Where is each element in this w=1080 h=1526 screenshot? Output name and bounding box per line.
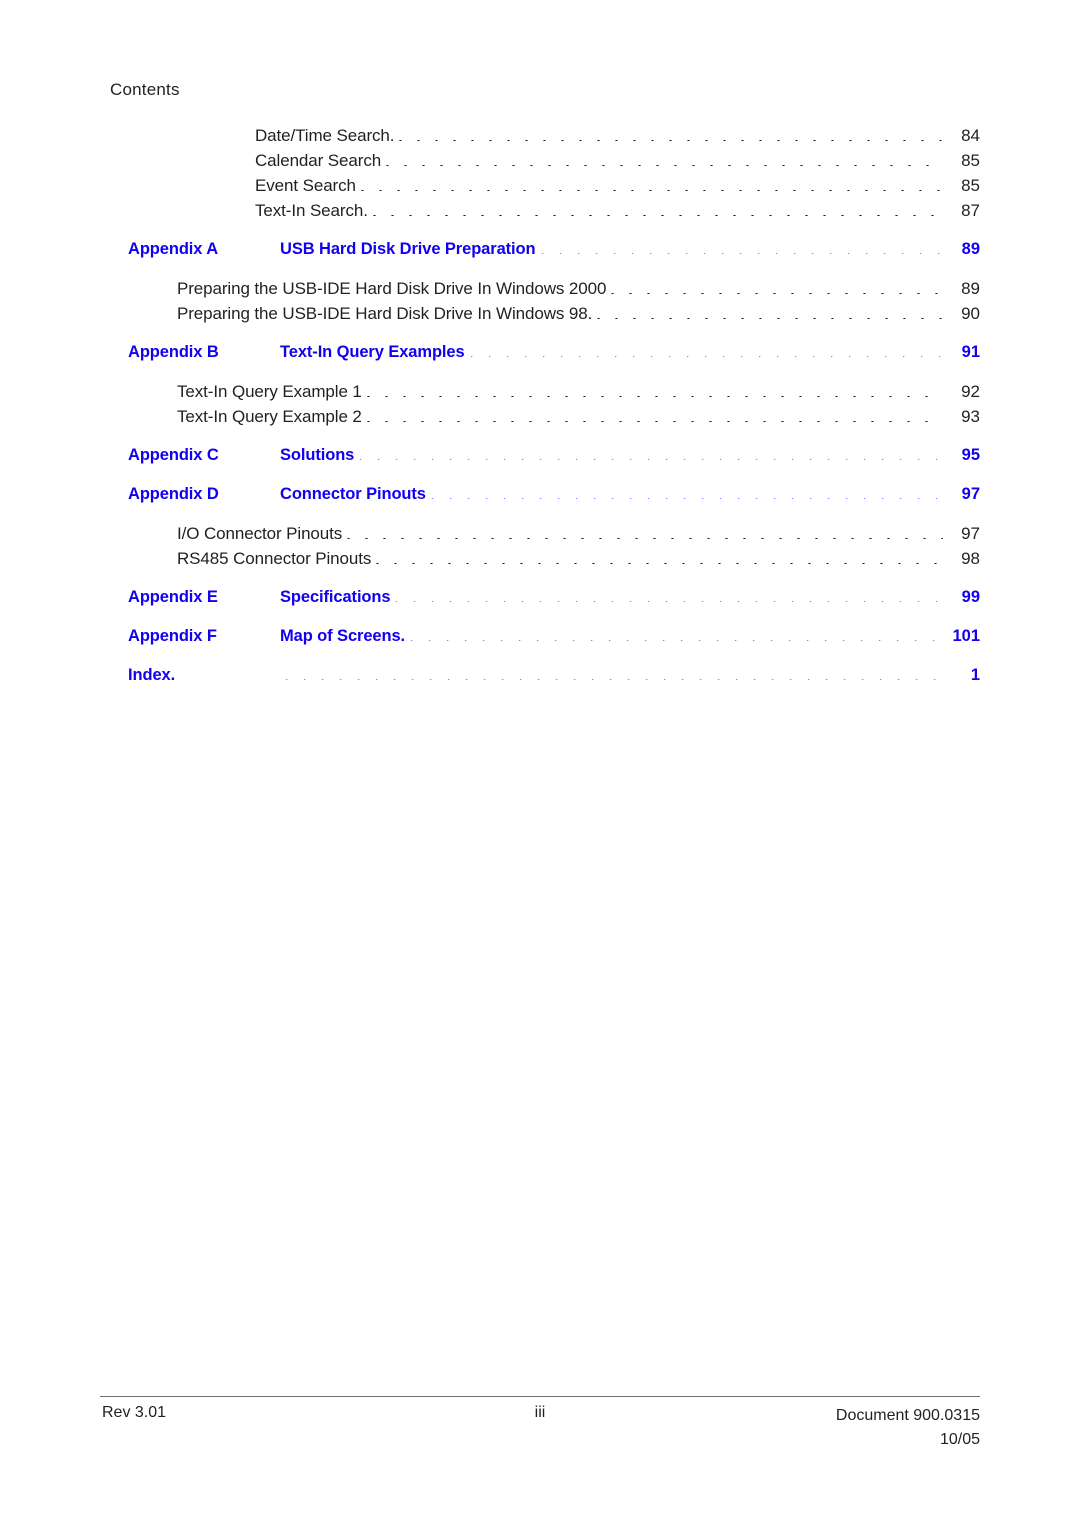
toc-page-number: 84: [961, 126, 980, 145]
toc-page-number: 97: [961, 524, 980, 543]
footer-document-date: 10/05: [939, 1431, 980, 1448]
toc-entry[interactable]: Appendix E Specifications 99: [0, 588, 1080, 613]
toc-appendix-label: Appendix E: [128, 588, 218, 606]
toc-page-number: 92: [961, 382, 980, 401]
toc-entry-title: Event Search: [255, 176, 356, 195]
footer-document-info: Document 900.0315 10/05: [836, 1404, 980, 1452]
toc-entry[interactable]: Index. 1: [0, 666, 1080, 691]
toc-appendix-label: Appendix D: [128, 485, 219, 503]
toc-page-number: 93: [961, 407, 980, 426]
toc-page-number: 89: [961, 279, 980, 298]
toc-entry-title: Preparing the USB-IDE Hard Disk Drive In…: [177, 279, 607, 298]
running-header: Contents: [110, 80, 180, 99]
toc-entry[interactable]: Calendar Search 85: [0, 151, 1080, 176]
toc-page-number: 85: [961, 151, 980, 170]
toc-entry-title: Text-In Query Example 1: [177, 382, 362, 401]
toc-page-number: 97: [961, 485, 980, 503]
toc-entry-title: Text-In Search.: [255, 201, 368, 220]
toc-entry[interactable]: Appendix D Connector Pinouts 97: [0, 485, 1080, 510]
toc-entry[interactable]: Preparing the USB-IDE Hard Disk Drive In…: [0, 279, 1080, 304]
dot-leader: [359, 459, 943, 460]
footer-document-id: Document 900.0315: [835, 1407, 980, 1424]
toc-entry-title: Preparing the USB-IDE Hard Disk Drive In…: [177, 304, 593, 323]
table-of-contents: Date/Time Search. 84 Calendar Search 85 Even…: [0, 126, 1080, 691]
dot-leader: [366, 396, 943, 397]
toc-page-number: 99: [961, 588, 980, 606]
dot-leader: [285, 679, 943, 680]
dot-leader: [611, 293, 943, 294]
dot-leader: [366, 421, 943, 422]
dot-leader: [360, 190, 943, 191]
toc-page-number: 95: [961, 446, 980, 464]
toc-entry-title: I/O Connector Pinouts: [177, 524, 343, 543]
page-footer: Rev 3.01 iii Document 900.0315 10/05: [100, 1396, 980, 1456]
dot-leader: [410, 640, 943, 641]
dot-leader: [399, 140, 943, 141]
dot-leader: [347, 538, 943, 539]
dot-leader: [597, 318, 943, 319]
toc-page-number: 90: [961, 304, 980, 323]
toc-entry-title: Calendar Search: [255, 151, 382, 170]
footer-divider: [100, 1396, 980, 1397]
toc-entry-title: Text-In Query Example 2: [177, 407, 362, 426]
toc-entry-title: Date/Time Search.: [255, 126, 395, 145]
toc-entry-title: USB Hard Disk Drive Preparation: [280, 240, 536, 258]
dot-leader: [430, 498, 943, 499]
toc-entry-title: RS485 Connector Pinouts: [177, 549, 372, 568]
dot-leader: [469, 356, 943, 357]
toc-entry[interactable]: I/O Connector Pinouts 97: [0, 524, 1080, 549]
toc-entry[interactable]: Preparing the USB-IDE Hard Disk Drive In…: [0, 304, 1080, 329]
toc-entry[interactable]: Date/Time Search. 84: [0, 126, 1080, 151]
toc-entry-title: Connector Pinouts: [280, 485, 426, 503]
toc-appendix-label: Appendix C: [128, 446, 219, 464]
dot-leader: [386, 165, 943, 166]
toc-page-number: 87: [961, 201, 980, 220]
document-page: Contents Date/Time Search. 84 Calendar Sea…: [0, 0, 1080, 1526]
toc-appendix-label: Appendix B: [128, 343, 219, 361]
toc-page-number: 98: [961, 549, 980, 568]
toc-page-number: 89: [961, 240, 980, 258]
toc-entry[interactable]: Event Search 85: [0, 176, 1080, 201]
toc-entry[interactable]: Text-In Query Example 2 93: [0, 407, 1080, 432]
dot-leader: [540, 253, 944, 254]
toc-appendix-label: Index.: [128, 666, 176, 684]
toc-page-number: 101: [952, 627, 980, 645]
dot-leader: [376, 563, 943, 564]
toc-entry-title: Map of Screens.: [280, 627, 406, 645]
toc-entry[interactable]: Text-In Query Example 1 92: [0, 382, 1080, 407]
toc-entry[interactable]: Text-In Search. 87: [0, 201, 1080, 226]
toc-entry[interactable]: Appendix F Map of Screens. 101: [0, 627, 1080, 652]
footer-row: Rev 3.01 iii Document 900.0315 10/05: [100, 1404, 980, 1456]
toc-entry[interactable]: RS485 Connector Pinouts 98: [0, 549, 1080, 574]
toc-entry-title: Solutions: [280, 446, 355, 464]
toc-appendix-label: Appendix F: [128, 627, 217, 645]
toc-entry[interactable]: Appendix C Solutions 95: [0, 446, 1080, 471]
toc-page-number: 85: [961, 176, 980, 195]
toc-entry-title: Text-In Query Examples: [280, 343, 465, 361]
dot-leader: [372, 215, 943, 216]
toc-page-number: 91: [961, 343, 980, 361]
toc-page-number: 1: [970, 666, 980, 684]
dot-leader: [395, 601, 943, 602]
toc-entry[interactable]: Appendix B Text-In Query Examples 91: [0, 343, 1080, 368]
toc-appendix-label: Appendix A: [128, 240, 219, 258]
toc-entry-title: Specifications: [280, 588, 391, 606]
toc-entry[interactable]: Appendix A USB Hard Disk Drive Preparatio…: [0, 240, 1080, 265]
